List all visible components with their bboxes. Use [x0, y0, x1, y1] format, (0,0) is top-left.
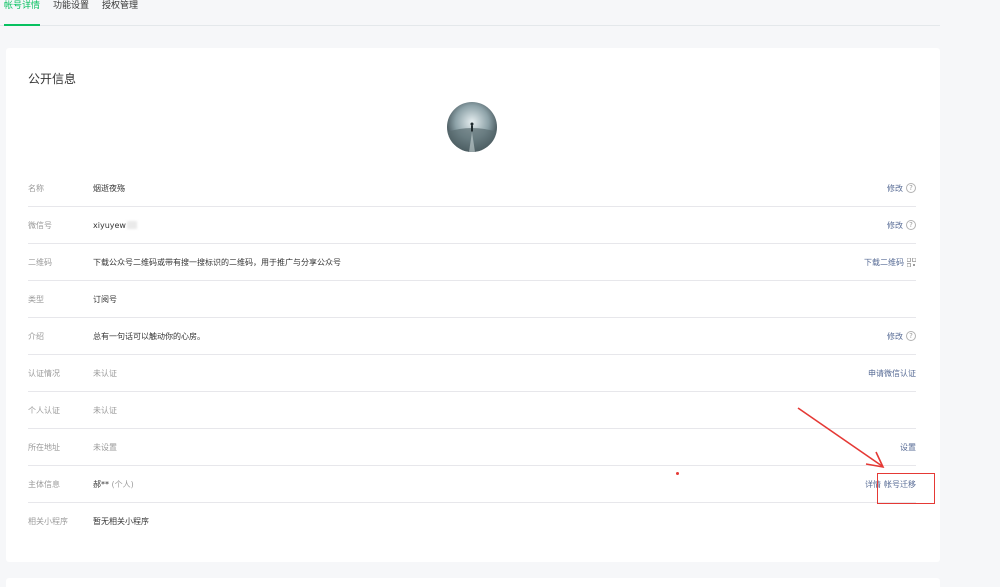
verification-value: 未认证	[93, 368, 117, 378]
download-qrcode-action: 下载二维码	[864, 257, 916, 268]
account-name-value: 烟逝夜殇	[93, 183, 125, 193]
row-label: 个人认证	[28, 405, 60, 415]
download-qrcode-link[interactable]: 下载二维码	[864, 257, 904, 268]
row-type: 类型 订阅号	[28, 281, 916, 318]
help-icon[interactable]: ?	[906, 220, 916, 230]
tab-account-details[interactable]: 帐号详情	[4, 0, 41, 26]
qrcode-description: 下载公众号二维码或带有搜一搜标识的二维码，用于推广与分享公众号	[93, 257, 341, 267]
row-verification: 认证情况 未认证 申请微信认证	[28, 355, 916, 392]
tab-feature-settings[interactable]: 功能设置	[53, 0, 89, 19]
tab-authorization-management[interactable]: 授权管理	[102, 0, 138, 19]
row-intro: 介绍 总有一句话可以触动你的心房。 修改 ?	[28, 318, 916, 355]
annotation-highlight-box	[877, 473, 935, 504]
set-location-link[interactable]: 设置	[900, 442, 916, 453]
account-type-value: 订阅号	[93, 294, 117, 304]
row-label: 所在地址	[28, 442, 60, 452]
row-label: 主体信息	[28, 479, 60, 489]
row-location: 所在地址 未设置 设置	[28, 429, 916, 466]
row-label: 类型	[28, 294, 44, 304]
row-label: 二维码	[28, 257, 52, 267]
set-location-action: 设置	[900, 442, 916, 453]
edit-wechat-id-action: 修改 ?	[887, 220, 916, 231]
edit-name-action: 修改 ?	[887, 183, 916, 194]
redacted-mask	[126, 221, 137, 229]
entity-value: 郝** (个人)	[93, 479, 134, 489]
apply-verification-link[interactable]: 申请微信认证	[868, 368, 916, 379]
public-info-card: 公开信息 名称 烟逝夜殇 修改 ? 微信号 xiyuyew 修改 ? 二维码 下…	[6, 48, 940, 562]
row-label: 介绍	[28, 331, 44, 341]
edit-intro-link[interactable]: 修改	[887, 331, 903, 342]
info-rows: 名称 烟逝夜殇 修改 ? 微信号 xiyuyew 修改 ? 二维码 下载公众号二…	[28, 170, 916, 540]
mini-program-value: 暂无相关小程序	[93, 517, 149, 526]
section-title: 公开信息	[28, 72, 77, 86]
annotation-dot	[676, 472, 679, 475]
row-qrcode: 二维码 下载公众号二维码或带有搜一搜标识的二维码，用于推广与分享公众号 下载二维…	[28, 244, 916, 281]
qrcode-icon[interactable]	[907, 257, 916, 267]
edit-wechat-id-link[interactable]: 修改	[887, 220, 903, 231]
annotation-arrow-icon	[797, 407, 885, 469]
row-label: 相关小程序	[28, 517, 68, 526]
help-icon[interactable]: ?	[906, 331, 916, 341]
row-name: 名称 烟逝夜殇 修改 ?	[28, 170, 916, 207]
row-mini-program: 相关小程序 暂无相关小程序	[28, 503, 916, 540]
apply-verification-action: 申请微信认证	[868, 368, 916, 379]
wechat-id-value: xiyuyew	[93, 221, 916, 230]
avatar	[447, 102, 497, 152]
row-label: 认证情况	[28, 368, 60, 378]
intro-value: 总有一句话可以触动你的心房。	[93, 331, 205, 341]
row-entity: 主体信息 郝** (个人) 详情 帐号迁移	[28, 466, 916, 503]
row-personal-verification: 个人认证 未认证	[28, 392, 916, 429]
top-tabs: 帐号详情 功能设置 授权管理	[0, 0, 940, 26]
row-label: 微信号	[28, 220, 52, 230]
row-label: 名称	[28, 183, 44, 193]
edit-name-link[interactable]: 修改	[887, 183, 903, 194]
next-card	[6, 578, 940, 587]
help-icon[interactable]: ?	[906, 183, 916, 193]
row-wechat-id: 微信号 xiyuyew 修改 ?	[28, 207, 916, 244]
edit-intro-action: 修改 ?	[887, 331, 916, 342]
